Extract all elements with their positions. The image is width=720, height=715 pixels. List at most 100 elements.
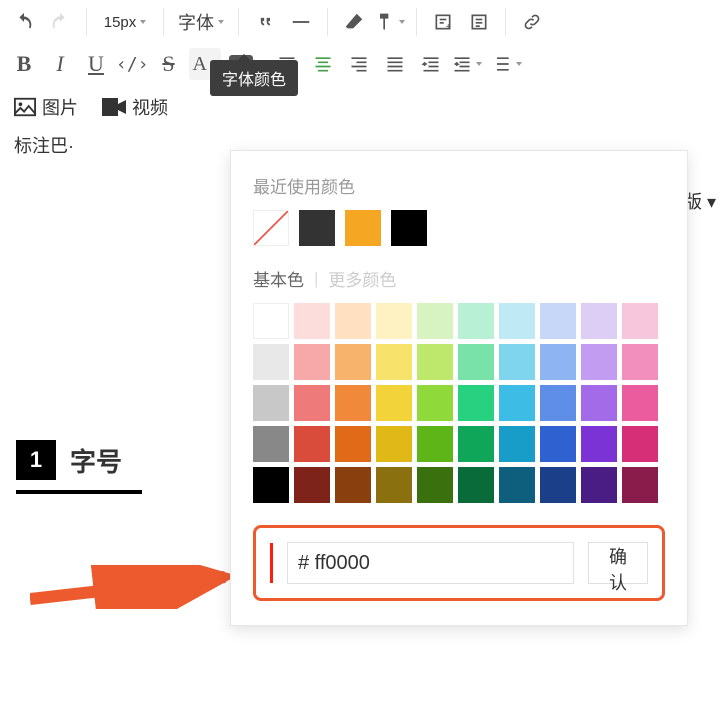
- color-swatch[interactable]: [540, 344, 576, 380]
- color-swatch[interactable]: [540, 385, 576, 421]
- color-swatch[interactable]: [499, 344, 535, 380]
- recent-color-swatch[interactable]: [345, 210, 381, 246]
- color-swatch[interactable]: [458, 344, 494, 380]
- recent-color-swatch[interactable]: [253, 210, 289, 246]
- color-swatch[interactable]: [499, 426, 535, 462]
- color-swatch[interactable]: [294, 467, 330, 503]
- color-swatch[interactable]: [335, 303, 371, 339]
- color-swatch[interactable]: [622, 385, 658, 421]
- color-tabs: 基本色 | 更多颜色: [253, 266, 665, 291]
- insert-paragraph-button[interactable]: [463, 6, 495, 38]
- color-swatch[interactable]: [540, 303, 576, 339]
- color-swatch[interactable]: [417, 303, 453, 339]
- font-color-tooltip: 字体颜色: [210, 60, 298, 96]
- indent-left-button[interactable]: [415, 48, 447, 80]
- color-swatch[interactable]: [376, 303, 412, 339]
- color-swatch[interactable]: [417, 385, 453, 421]
- color-swatch[interactable]: [335, 385, 371, 421]
- strike-button[interactable]: S: [153, 48, 185, 80]
- color-swatch[interactable]: [253, 467, 289, 503]
- color-swatch[interactable]: [294, 303, 330, 339]
- color-swatch[interactable]: [581, 467, 617, 503]
- font-family-select[interactable]: 字体: [174, 6, 228, 38]
- color-swatch[interactable]: [417, 426, 453, 462]
- underline-button[interactable]: U: [80, 48, 112, 80]
- color-swatch[interactable]: [458, 467, 494, 503]
- quote-icon: [255, 12, 275, 32]
- align-right-button[interactable]: [343, 48, 375, 80]
- quote-button[interactable]: [249, 6, 281, 38]
- code-button[interactable]: ‹/›: [116, 48, 149, 80]
- bold-button[interactable]: B: [8, 48, 40, 80]
- color-swatch[interactable]: [253, 385, 289, 421]
- color-swatch[interactable]: [622, 344, 658, 380]
- undo-button[interactable]: [8, 6, 40, 38]
- color-swatch[interactable]: [622, 303, 658, 339]
- custom-color-preview: [270, 543, 273, 583]
- color-swatch[interactable]: [499, 385, 535, 421]
- heading-label: 字号: [70, 442, 122, 479]
- insert-video-label: 视频: [132, 94, 168, 120]
- color-swatch[interactable]: [376, 385, 412, 421]
- separator: [327, 8, 328, 36]
- hex-input[interactable]: [287, 542, 574, 584]
- separator: [163, 8, 164, 36]
- color-swatch[interactable]: [540, 467, 576, 503]
- color-swatch[interactable]: [622, 426, 658, 462]
- italic-button[interactable]: I: [44, 48, 76, 80]
- color-swatch[interactable]: [253, 303, 289, 339]
- insert-video-button[interactable]: 视频: [102, 94, 168, 120]
- indent-right-button[interactable]: [451, 48, 483, 80]
- color-swatch[interactable]: [294, 385, 330, 421]
- color-swatch[interactable]: [335, 467, 371, 503]
- svg-text:+: +: [446, 22, 451, 32]
- color-swatch[interactable]: [581, 385, 617, 421]
- color-swatch[interactable]: [417, 467, 453, 503]
- recent-color-swatch[interactable]: [299, 210, 335, 246]
- hr-button[interactable]: [285, 6, 317, 38]
- color-swatch[interactable]: [581, 344, 617, 380]
- color-swatch[interactable]: [376, 426, 412, 462]
- basic-colors-tab[interactable]: 基本色: [253, 266, 304, 291]
- separator: [505, 8, 506, 36]
- link-button[interactable]: [516, 6, 548, 38]
- format-painter-button[interactable]: [374, 6, 406, 38]
- basic-color-grid: [253, 303, 665, 503]
- color-swatch[interactable]: [294, 344, 330, 380]
- redo-button[interactable]: [44, 6, 76, 38]
- heading-underline: [16, 490, 142, 494]
- color-swatch[interactable]: [376, 344, 412, 380]
- color-swatch[interactable]: [294, 426, 330, 462]
- align-center-button[interactable]: [307, 48, 339, 80]
- color-swatch[interactable]: [499, 303, 535, 339]
- color-swatch[interactable]: [499, 467, 535, 503]
- color-swatch[interactable]: [253, 344, 289, 380]
- more-colors-tab[interactable]: 更多颜色: [328, 266, 396, 291]
- color-swatch[interactable]: [335, 426, 371, 462]
- color-swatch[interactable]: [540, 426, 576, 462]
- separator: [238, 8, 239, 36]
- confirm-button[interactable]: 确认: [588, 542, 648, 584]
- color-swatch[interactable]: [458, 426, 494, 462]
- insert-image-button[interactable]: 图片: [14, 94, 78, 120]
- color-swatch[interactable]: [581, 303, 617, 339]
- indent-right-icon: [452, 54, 472, 74]
- color-swatch[interactable]: [581, 426, 617, 462]
- eraser-button[interactable]: [338, 6, 370, 38]
- align-justify-button[interactable]: [379, 48, 411, 80]
- toolbar-row-2: B I U ‹/› S A ab: [0, 44, 720, 88]
- line-height-button[interactable]: [491, 48, 523, 80]
- color-swatch[interactable]: [458, 385, 494, 421]
- color-swatch[interactable]: [622, 467, 658, 503]
- insert-section-button[interactable]: +: [427, 6, 459, 38]
- recent-color-swatch[interactable]: [391, 210, 427, 246]
- video-icon: [102, 98, 126, 116]
- color-swatch[interactable]: [335, 344, 371, 380]
- color-swatch[interactable]: [376, 467, 412, 503]
- insert-image-label: 图片: [42, 94, 78, 120]
- toolbar-row-3: 图片 视频: [0, 88, 720, 126]
- color-swatch[interactable]: [253, 426, 289, 462]
- color-swatch[interactable]: [458, 303, 494, 339]
- color-swatch[interactable]: [417, 344, 453, 380]
- font-size-select[interactable]: 15px: [97, 9, 153, 35]
